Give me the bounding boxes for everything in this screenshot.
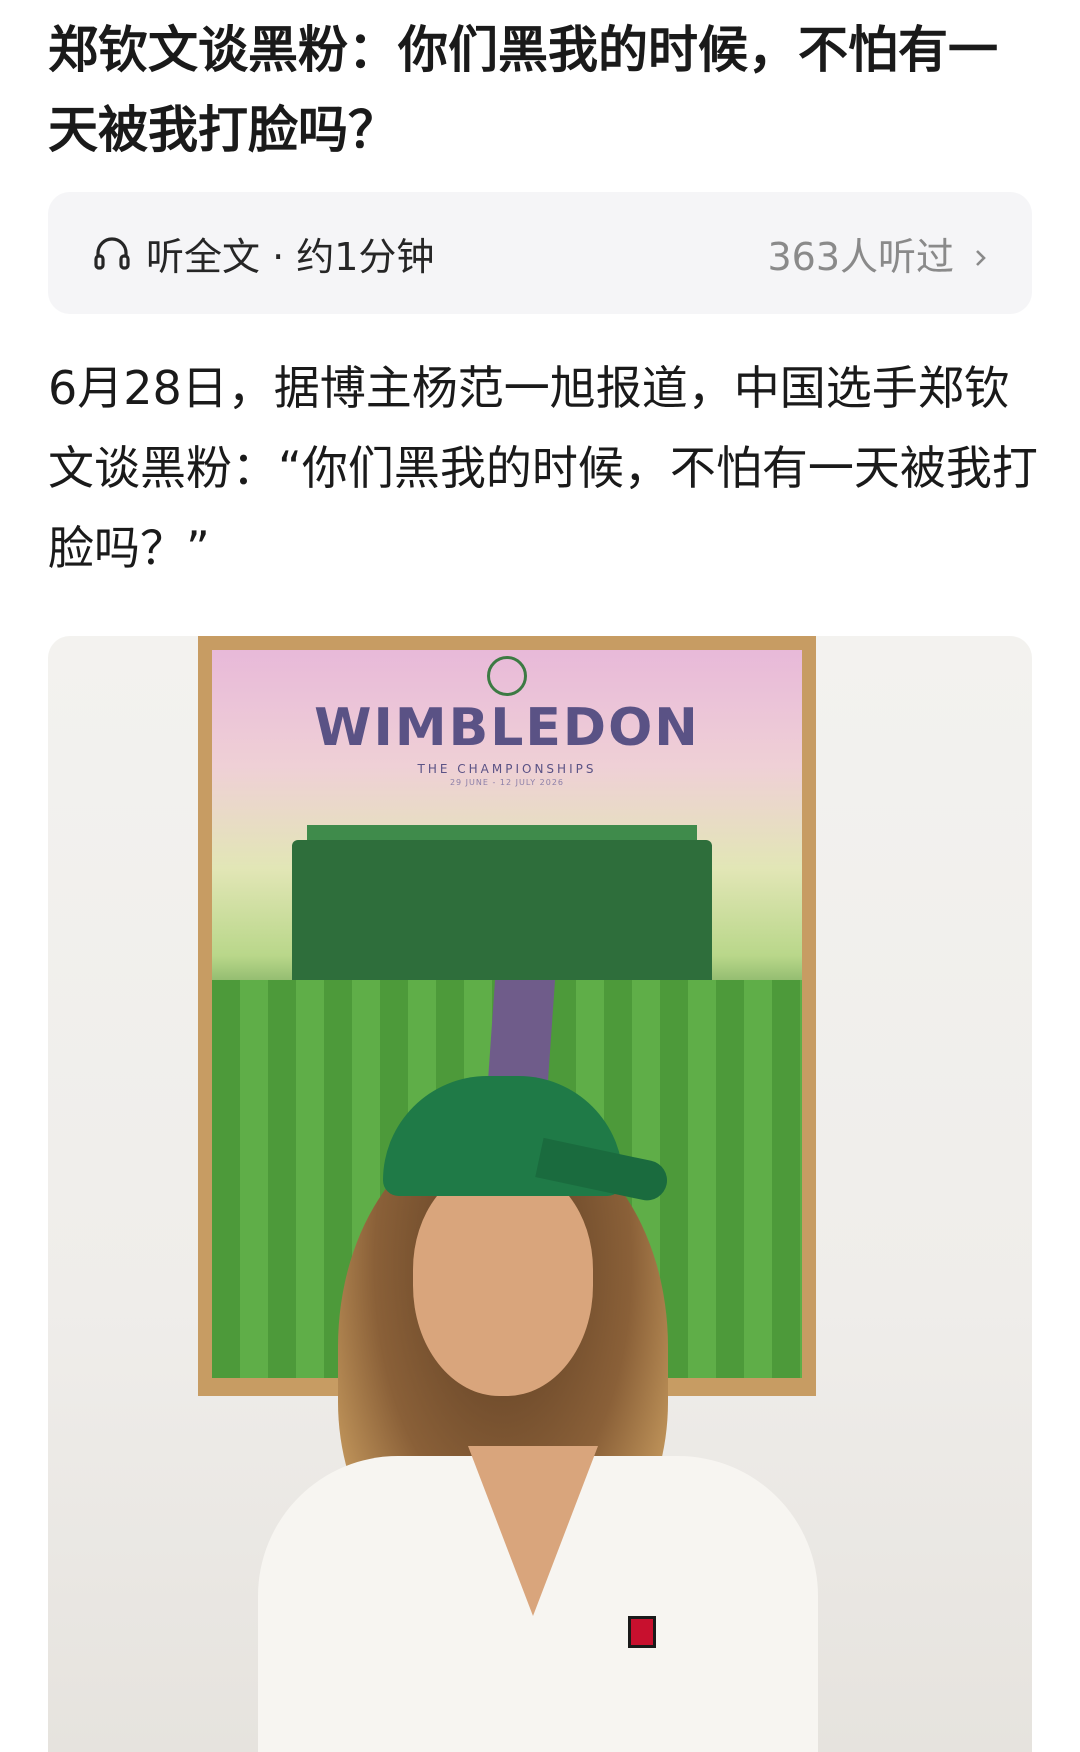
listener-count: 363人听过 — [767, 234, 954, 279]
poster-dates: 29 JUNE - 12 JULY 2026 — [449, 778, 565, 787]
poster-title: WIMBLEDON — [314, 698, 700, 758]
article-title: 郑钦文谈黑粉：你们黑我的时候，不怕有一天被我打脸吗？ — [48, 21, 998, 159]
article-photo[interactable]: WIMBLEDON THE CHAMPIONSHIPS 29 JUNE - 12… — [48, 636, 1032, 1752]
player-figure — [238, 1056, 858, 1752]
chevron-right-icon — [970, 238, 992, 268]
wimbledon-logo-icon — [487, 656, 527, 696]
player-face — [413, 1166, 593, 1396]
audio-listeners-group[interactable]: 363人听过 — [767, 226, 992, 281]
stadium — [292, 840, 712, 980]
audio-label: 听全文 · 约1分钟 — [146, 234, 435, 279]
headphones-icon — [90, 231, 134, 275]
sweater-logo-icon — [628, 1616, 656, 1648]
article-body: 6月28日，据博主杨范一旭报道，中国选手郑钦文谈黑粉：“你们黑我的时候，不怕有一… — [48, 361, 1038, 575]
poster-subtitle: THE CHAMPIONSHIPS — [417, 762, 597, 776]
audio-left-group: 听全文 · 约1分钟 — [90, 226, 434, 281]
listen-full-article-bar[interactable]: 听全文 · 约1分钟 363人听过 — [48, 192, 1032, 314]
